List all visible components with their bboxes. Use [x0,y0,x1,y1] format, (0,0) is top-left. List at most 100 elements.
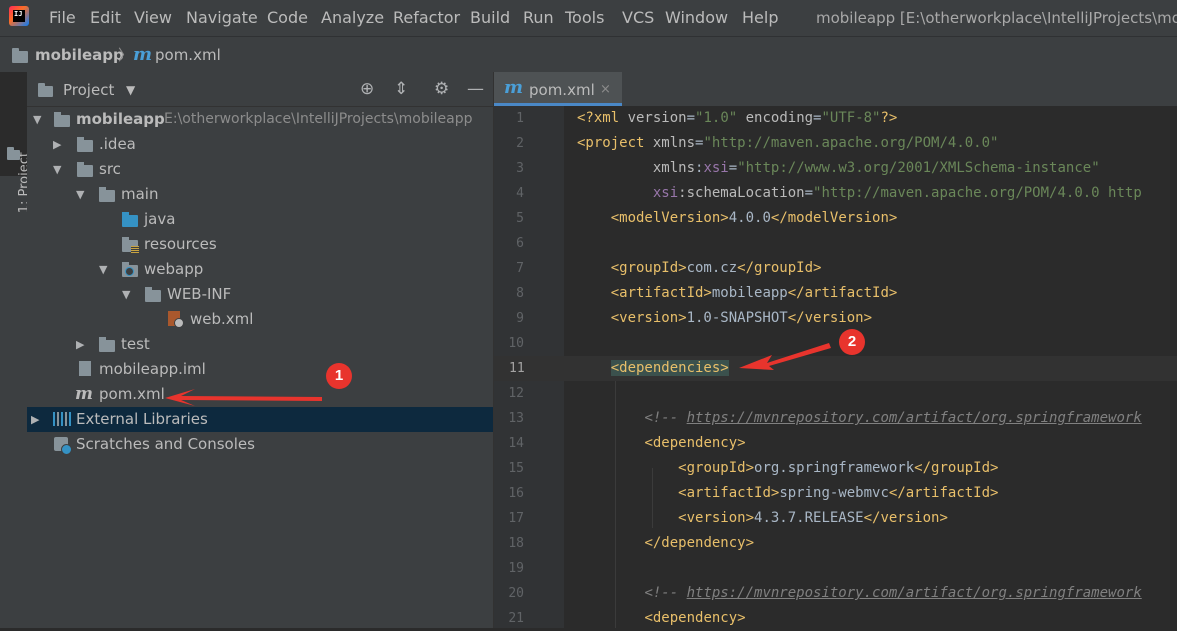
tree-item-main[interactable]: ▼ main [27,182,493,207]
tree-item-test[interactable]: ▶ test [27,332,493,357]
tree-item-idea[interactable]: ▶ .idea [27,132,493,157]
tree-label: mobileapp.iml [99,360,206,378]
project-panel-header: Project ▼ ⊕ ⇕ ⚙ — [27,72,493,107]
comment-link: https://mvnrepository.com/artifact/org.s… [686,410,1142,426]
project-tool-tab[interactable]: 1: Project [0,72,32,213]
line-number-current: 11 [494,356,564,381]
intellij-logo-icon: IJ [9,6,29,26]
menu-window[interactable]: Window [665,8,728,28]
breadcrumb: mobileapp 〉 m pom.xml [0,36,1177,73]
tree-label: web.xml [190,310,254,328]
expand-arrow-icon[interactable]: ▼ [99,257,107,282]
tree-item-web-inf[interactable]: ▼ WEB-INF [27,282,493,307]
gear-icon[interactable]: ⚙ [434,79,449,99]
code-line-2: <project xmlns="http://maven.apache.org/… [577,135,999,151]
tree-item-webapp[interactable]: ▼ webapp [27,257,493,282]
folder-icon [99,187,115,202]
code-line-9: <version>1.0-SNAPSHOT</version> [610,310,873,326]
close-icon[interactable]: × [600,80,611,100]
code-line-21: <dependency> [644,610,746,626]
tree-item-scratches[interactable]: Scratches and Consoles [27,432,493,457]
code-line-16: <artifactId>spring-webmvc</artifactId> [678,485,999,501]
line-number: 3 [516,161,524,176]
tree-item-resources[interactable]: resources [27,232,493,257]
window-title: mobileapp [E:\otherworkplace\IntelliJPro… [816,9,1177,27]
code-line-3: xmlns:xsi="http://www.w3.org/2001/XMLSch… [577,160,1100,176]
tab-label: pom.xml [529,81,595,99]
menu-edit[interactable]: Edit [90,8,121,28]
line-number: 13 [508,411,524,426]
folder-icon [7,147,20,160]
maven-file-icon: m [133,44,153,65]
tree-label: java [144,210,176,228]
expand-arrow-icon[interactable]: ▼ [122,282,130,307]
tree-label: main [121,185,159,203]
line-number: 14 [508,436,524,451]
project-view-icon [38,83,53,97]
line-number: 4 [516,186,524,201]
tree-label: External Libraries [76,410,208,428]
expand-arrow-icon[interactable]: ▶ [76,332,84,357]
menu-code[interactable]: Code [267,8,308,28]
chevron-down-icon[interactable]: ▼ [126,80,135,100]
menu-vcs[interactable]: VCS [622,8,654,28]
menu-tools[interactable]: Tools [565,8,604,28]
expand-arrow-icon[interactable]: ▼ [53,157,61,182]
menu-file[interactable]: File [49,8,76,28]
libraries-icon [53,412,71,426]
menu-run[interactable]: Run [523,8,554,28]
locate-icon[interactable]: ⊕ [360,79,374,99]
line-number: 21 [508,611,524,626]
code-line-15: <groupId>org.springframework</groupId> [678,460,999,476]
tree-label: WEB-INF [167,285,232,303]
source-folder-icon [122,212,138,227]
tab-pom-xml[interactable]: m pom.xml × [494,72,622,106]
menu-view[interactable]: View [134,8,172,28]
breadcrumb-file[interactable]: pom.xml [155,45,221,65]
breadcrumb-project[interactable]: mobileapp [35,45,124,65]
tree-item-external-libraries[interactable]: ▶ External Libraries [27,407,493,432]
code-line-5: <modelVersion>4.0.0</modelVersion> [610,210,898,226]
tree-item-src[interactable]: ▼ src [27,157,493,182]
tree-item-mobileapp[interactable]: ▼ mobileapp E:\otherworkplace\IntelliJPr… [27,107,493,132]
expand-arrow-icon[interactable]: ▶ [31,407,39,432]
module-folder-icon [54,112,70,127]
web-xml-file-icon [168,311,184,328]
annotation-badge-1: 1 [326,363,352,389]
project-view-selector[interactable]: Project [63,80,114,100]
collapse-all-icon[interactable]: ⇕ [394,79,408,99]
tree-item-pom-xml[interactable]: m pom.xml [27,382,493,407]
tree-item-java[interactable]: java [27,207,493,232]
menu-navigate[interactable]: Navigate [186,8,258,28]
tree-item-web-xml[interactable]: web.xml [27,307,493,332]
line-number: 18 [508,536,524,551]
menu-bar: IJ File Edit View Navigate Code Analyze … [0,0,1177,36]
menu-help[interactable]: Help [742,8,778,28]
line-number: 16 [508,486,524,501]
menu-analyze[interactable]: Analyze [321,8,384,28]
expand-arrow-icon[interactable]: ▼ [33,107,41,132]
tree-path: E:\otherworkplace\IntelliJProjects\mobil… [164,111,473,127]
expand-arrow-icon[interactable]: ▶ [53,132,61,157]
tree-label: src [99,160,121,178]
tree-label: mobileapp [76,110,165,128]
hide-icon[interactable]: — [467,79,484,99]
editor-gutter: 1 2 3 4 5 6 7 8 9 10 11 12 13 14 15 16 1… [494,106,574,628]
menu-build[interactable]: Build [470,8,510,28]
code-line-14: <dependency> [644,435,746,451]
code-line-8: <artifactId>mobileapp</artifactId> [610,285,898,301]
expand-arrow-icon[interactable]: ▼ [76,182,84,207]
tree-item-mobileapp-iml[interactable]: mobileapp.iml [27,357,493,382]
code-line-11-current: <dependencies> [564,356,1177,381]
code-line-13: <!-- https://mvnrepository.com/artifact/… [644,410,1142,426]
folder-icon [99,337,115,352]
code-editor[interactable]: <?xml version="1.0" encoding="UTF-8"?> <… [564,106,1177,628]
code-line-7: <groupId>com.cz</groupId> [610,260,822,276]
line-number: 1 [516,111,524,126]
menu-refactor[interactable]: Refactor [393,8,460,28]
line-number: 5 [516,211,524,226]
code-line-17: <version>4.3.7.RELEASE</version> [678,510,948,526]
breadcrumb-separator-icon: 〉 [118,46,134,64]
resources-folder-icon [122,237,139,253]
line-number: 17 [508,511,524,526]
